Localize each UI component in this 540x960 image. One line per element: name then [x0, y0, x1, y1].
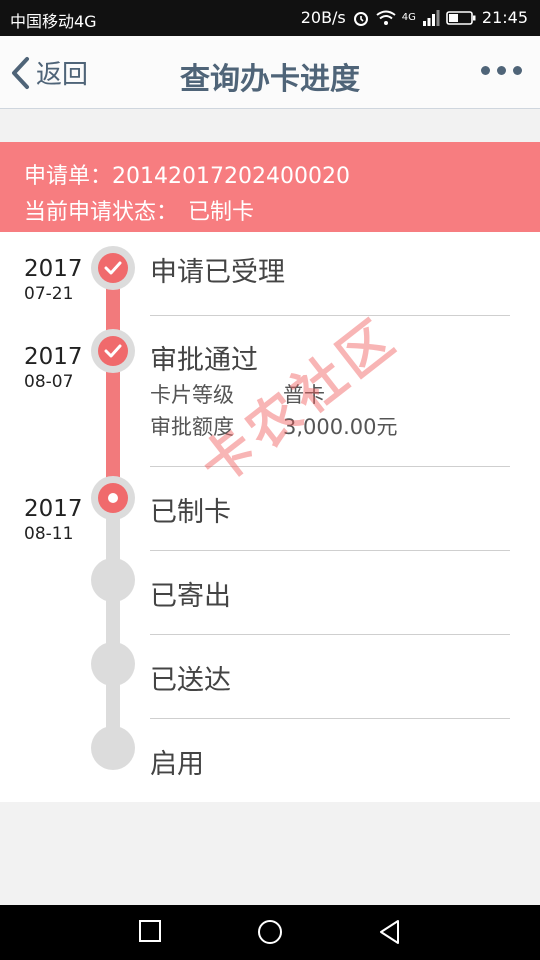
step-label: 审批通过	[150, 345, 258, 376]
check-icon	[104, 261, 122, 275]
square-icon	[139, 920, 161, 942]
step-node-pending	[91, 726, 135, 770]
more-dot-icon	[513, 66, 522, 75]
clock: 21:45	[481, 8, 528, 27]
step-year: 2017	[24, 496, 83, 522]
step-month-day: 07-21	[24, 284, 74, 304]
card-level-row: 卡片等级 普卡	[150, 379, 325, 409]
page-title: 查询办卡进度	[180, 62, 360, 97]
signal-icon	[422, 9, 440, 26]
wifi-icon	[376, 10, 396, 25]
divider	[150, 718, 510, 719]
back-nav-button[interactable]	[378, 919, 402, 949]
step-label: 已送达	[150, 665, 231, 696]
application-status-label: 当前申请状态：	[24, 200, 179, 225]
step-date: 2017 08-11	[24, 496, 84, 544]
circle-icon	[258, 920, 282, 944]
step-year: 2017	[24, 344, 83, 370]
application-status-value: 已制卡	[188, 200, 255, 225]
step-node-completed	[91, 329, 135, 373]
network-speed: 20B/s	[300, 8, 346, 27]
step-month-day: 08-07	[24, 372, 74, 392]
more-dot-icon	[497, 66, 506, 75]
current-dot-icon	[108, 493, 118, 503]
battery-icon	[446, 10, 476, 25]
step-node-current	[91, 476, 135, 520]
network-type: 4G	[401, 12, 416, 23]
application-number-row: 申请单：20142017202400020	[24, 158, 350, 190]
application-number-value: 20142017202400020	[112, 164, 350, 189]
step-label: 已制卡	[150, 497, 231, 528]
carrier-label: 中国移动4G	[10, 12, 97, 31]
step-label: 已寄出	[150, 581, 231, 612]
more-dot-icon	[481, 66, 490, 75]
system-nav-bar	[0, 905, 540, 960]
alarm-icon	[353, 11, 368, 26]
step-month-day: 08-11	[24, 524, 74, 544]
step-year: 2017	[24, 256, 83, 282]
triangle-back-icon	[380, 920, 399, 944]
divider	[150, 550, 510, 551]
status-bar: 中国移动4G 20B/s 4G 21:45	[0, 0, 540, 36]
step-node-pending	[91, 558, 135, 602]
step-date: 2017 08-07	[24, 344, 84, 392]
timeline-line-pending	[106, 498, 120, 748]
more-menu-button[interactable]	[481, 66, 522, 75]
card-level-label: 卡片等级	[150, 383, 234, 407]
progress-timeline: 2017 07-21 申请已受理 2017 08-07 审批通过 卡片等级 普卡…	[0, 232, 540, 802]
application-number-label: 申请单：	[24, 164, 113, 189]
step-node-completed	[91, 246, 135, 290]
recent-apps-button[interactable]	[138, 919, 162, 947]
application-status-row: 当前申请状态： 已制卡	[24, 194, 254, 226]
home-button[interactable]	[257, 919, 283, 949]
step-node-pending	[91, 642, 135, 686]
status-icons: 20B/s 4G 21:45	[301, 8, 528, 27]
check-icon	[104, 344, 122, 358]
divider	[150, 315, 510, 316]
divider	[150, 634, 510, 635]
timeline-line-complete	[106, 268, 120, 498]
step-label: 申请已受理	[150, 257, 285, 288]
nav-bar: 返回 查询办卡进度	[0, 36, 540, 109]
step-label: 启用	[150, 749, 204, 780]
step-date: 2017 07-21	[24, 256, 84, 304]
application-banner: 申请单：20142017202400020 当前申请状态： 已制卡	[0, 142, 540, 232]
